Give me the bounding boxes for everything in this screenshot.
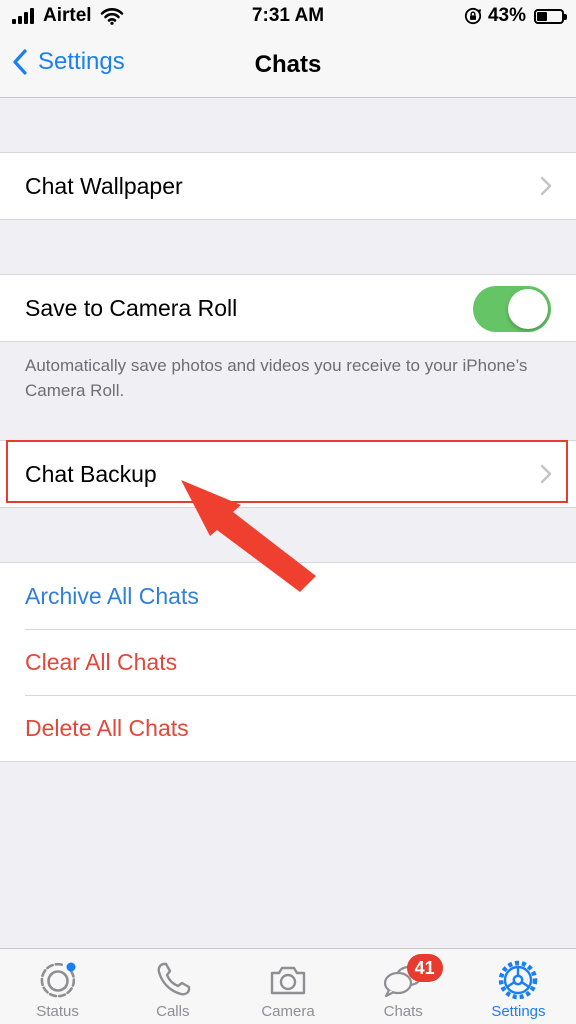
save-to-camera-roll-row: Save to Camera Roll	[0, 275, 576, 341]
tab-label: Chats	[383, 1003, 423, 1020]
tab-calls[interactable]: Calls	[115, 949, 230, 1024]
navigation-bar: Settings Chats	[0, 34, 576, 98]
gear-icon	[499, 960, 538, 1000]
archive-all-chats-button[interactable]: Archive All Chats	[25, 583, 199, 610]
delete-all-chats-button[interactable]: Delete All Chats	[25, 715, 189, 742]
delete-all-chats-row[interactable]: Delete All Chats	[0, 695, 576, 761]
tab-status[interactable]: Status	[0, 949, 115, 1024]
clear-all-chats-row[interactable]: Clear All Chats	[0, 629, 576, 695]
save-to-camera-roll-label: Save to Camera Roll	[25, 294, 238, 321]
clear-all-chats-button[interactable]: Clear All Chats	[25, 649, 177, 676]
unread-chats-badge: 41	[406, 954, 443, 982]
battery-icon	[534, 8, 567, 24]
chat-backup-row[interactable]: Chat Backup	[0, 441, 576, 507]
tab-camera[interactable]: Camera	[230, 949, 345, 1024]
battery-percentage: 43%	[487, 5, 526, 26]
chat-wallpaper-label: Chat Wallpaper	[25, 172, 183, 199]
chat-actions-group: Archive All Chats Clear All Chats Delete…	[0, 562, 576, 762]
phone-icon	[157, 962, 190, 996]
tab-label: Status	[36, 1003, 79, 1020]
tab-label: Camera	[261, 1003, 315, 1020]
toggle-knob	[508, 289, 548, 329]
rotation-lock-icon	[464, 7, 482, 25]
chat-backup-label: Chat Backup	[25, 460, 157, 487]
tab-label: Calls	[156, 1003, 190, 1020]
tab-bar: Status Calls Camera 41 Chats Settings	[0, 948, 576, 1024]
battery-nub	[564, 13, 567, 20]
status-icon	[40, 962, 76, 998]
chat-wallpaper-row[interactable]: Chat Wallpaper	[0, 153, 576, 219]
save-to-camera-roll-toggle[interactable]	[473, 286, 551, 332]
chevron-right-icon	[540, 464, 552, 484]
status-right: 43%	[464, 5, 567, 27]
page-title: Chats	[254, 51, 322, 78]
archive-all-chats-row[interactable]: Archive All Chats	[0, 563, 576, 629]
tab-settings[interactable]: Settings	[461, 949, 576, 1024]
battery-level-fill	[537, 11, 547, 21]
wallpaper-group: Chat Wallpaper	[0, 152, 576, 220]
camera-icon	[270, 966, 306, 995]
tab-chats[interactable]: 41 Chats	[346, 949, 461, 1024]
backup-group: Chat Backup	[0, 440, 576, 508]
camera-roll-group: Save to Camera Roll	[0, 274, 576, 342]
camera-roll-footnote: Automatically save photos and videos you…	[25, 356, 528, 400]
tab-label: Settings	[491, 1003, 546, 1020]
status-bar: Airtel 7:31 AM 43%	[0, 0, 576, 34]
chevron-right-icon	[540, 176, 552, 196]
